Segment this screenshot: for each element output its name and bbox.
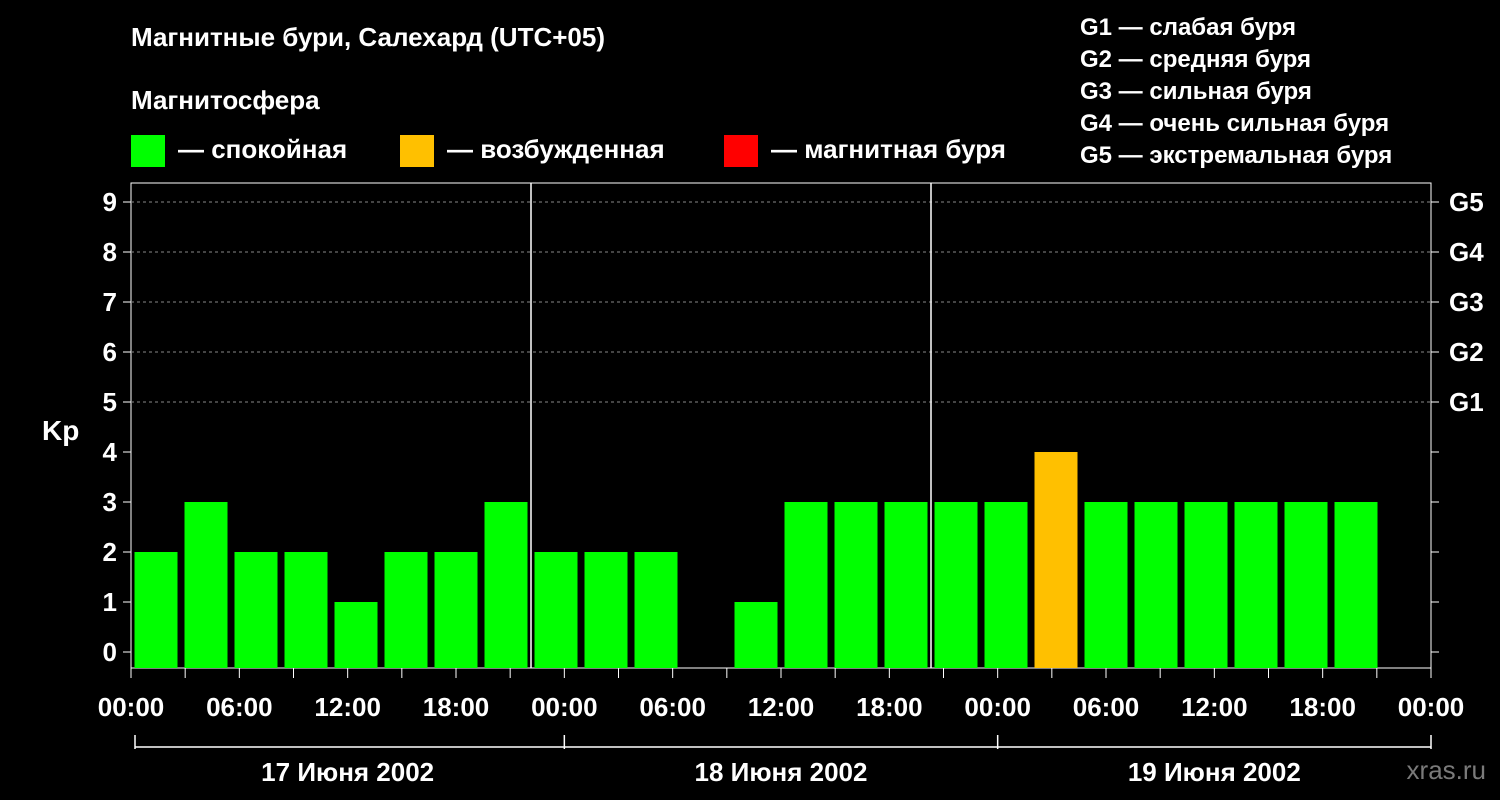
kp-bar bbox=[1234, 502, 1278, 668]
y-axis-label: Kp bbox=[42, 415, 79, 446]
y-tick-label: 5 bbox=[103, 387, 117, 417]
x-tick-label: 00:00 bbox=[964, 692, 1031, 722]
kp-bar bbox=[584, 552, 628, 668]
kp-bar bbox=[334, 602, 378, 668]
kp-bar bbox=[734, 602, 778, 668]
y-tick-label: 0 bbox=[103, 637, 117, 667]
kp-bar bbox=[834, 502, 878, 668]
x-tick-label: 00:00 bbox=[1398, 692, 1465, 722]
kp-bar bbox=[1284, 502, 1328, 668]
g-scale-label-g1: G1 bbox=[1449, 387, 1484, 417]
y-tick-label: 1 bbox=[103, 587, 117, 617]
kp-bar bbox=[234, 552, 278, 668]
y-tick-label: 3 bbox=[103, 487, 117, 517]
kp-bar bbox=[634, 552, 678, 668]
kp-bar bbox=[1334, 502, 1378, 668]
x-tick-label: 12:00 bbox=[748, 692, 815, 722]
kp-bar bbox=[1034, 452, 1078, 668]
kp-bar bbox=[934, 502, 978, 668]
kp-bar-chart: 0 1 2 3 4 5 6 7 8 9 G1 G2 G3 G4 G5 Kp 00:00 06:00 12:00 18:… bbox=[42, 182, 1484, 787]
x-tick-label: 12:00 bbox=[314, 692, 381, 722]
x-tick-label: 18:00 bbox=[856, 692, 923, 722]
day-label: 19 Июня 2002 bbox=[1128, 757, 1301, 787]
day-label: 18 Июня 2002 bbox=[695, 757, 868, 787]
x-tick-label: 12:00 bbox=[1181, 692, 1248, 722]
x-tick-label: 00:00 bbox=[98, 692, 165, 722]
x-tick-label: 18:00 bbox=[1289, 692, 1356, 722]
kp-bar bbox=[884, 502, 928, 668]
y-tick-label: 6 bbox=[103, 337, 117, 367]
g-scale-label-g5: G5 bbox=[1449, 187, 1484, 217]
kp-bar bbox=[134, 552, 178, 668]
y-tick-label: 2 bbox=[103, 537, 117, 567]
kp-bar bbox=[484, 502, 528, 668]
x-tick-label: 18:00 bbox=[423, 692, 490, 722]
kp-bar bbox=[434, 552, 478, 668]
kp-bar bbox=[1184, 502, 1228, 668]
g-scale-label-g3: G3 bbox=[1449, 287, 1484, 317]
g-scale-label-g4: G4 bbox=[1449, 237, 1484, 267]
day-label: 17 Июня 2002 bbox=[261, 757, 434, 787]
x-tick-label: 06:00 bbox=[639, 692, 706, 722]
kp-bar bbox=[1134, 502, 1178, 668]
g-scale-label-g2: G2 bbox=[1449, 337, 1484, 367]
x-tick-label: 00:00 bbox=[531, 692, 598, 722]
x-tick-label: 06:00 bbox=[1073, 692, 1140, 722]
kp-bar bbox=[184, 502, 228, 668]
y-tick-label: 4 bbox=[103, 437, 118, 467]
y-tick-label: 7 bbox=[103, 287, 117, 317]
kp-bar bbox=[534, 552, 578, 668]
y-tick-label: 8 bbox=[103, 237, 117, 267]
kp-bar bbox=[784, 502, 828, 668]
kp-bar bbox=[984, 502, 1028, 668]
kp-bar bbox=[1084, 502, 1128, 668]
kp-bar bbox=[384, 552, 428, 668]
x-tick-label: 06:00 bbox=[206, 692, 273, 722]
watermark: xras.ru bbox=[1406, 755, 1486, 785]
kp-bar bbox=[284, 552, 328, 668]
y-tick-label: 9 bbox=[103, 187, 117, 217]
